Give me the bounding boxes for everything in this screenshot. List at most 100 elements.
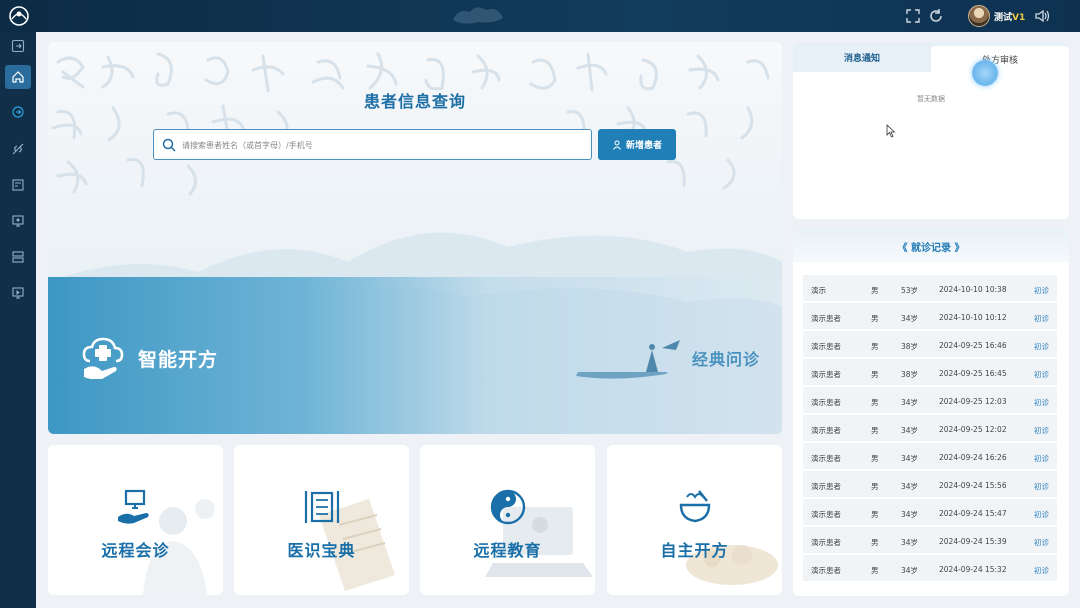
sidebar-item-monitor[interactable] (5, 209, 31, 233)
cell-time: 2024-09-25 12:03 (939, 397, 1007, 406)
table-row[interactable]: 演示 男 53岁 2024-10-10 10:38 初诊 (803, 275, 1057, 303)
patient-search-box[interactable] (153, 129, 592, 160)
notice-panel: 消息通知 处方审核 暂无数据 (793, 42, 1069, 219)
cell-visit-type[interactable]: 初诊 (1034, 481, 1049, 492)
cell-age: 34岁 (901, 538, 919, 547)
monitor-icon (12, 215, 24, 227)
volume-icon[interactable] (1034, 8, 1050, 24)
sidebar-item-herb[interactable] (5, 137, 31, 161)
server-icon (12, 251, 24, 263)
yin-yang-icon (490, 489, 525, 525)
notification-badge[interactable] (972, 60, 998, 86)
smart-prescription-label[interactable]: 智能开方 (138, 345, 218, 372)
table-row[interactable]: 演示患者 男 38岁 2024-09-25 16:45 初诊 (803, 359, 1057, 387)
cell-age: 34岁 (901, 426, 919, 435)
table-row[interactable]: 演示患者 男 34岁 2024-09-24 15:47 初诊 (803, 499, 1057, 527)
table-row[interactable]: 演示患者 男 34岁 2024-09-25 12:03 初诊 (803, 387, 1057, 415)
sidebar-item-screen[interactable] (5, 281, 31, 305)
send-icon (12, 106, 24, 118)
table-row[interactable]: 演示患者 男 34岁 2024-09-25 12:02 初诊 (803, 415, 1057, 443)
cloud-decoration-icon (453, 7, 503, 24)
tab-messages[interactable]: 消息通知 (793, 42, 931, 72)
tile-medical-book[interactable]: 医识宝典 (234, 445, 409, 595)
cell-visit-type[interactable]: 初诊 (1034, 313, 1049, 324)
cell-time: 2024-10-10 10:12 (939, 313, 1007, 322)
cell-visit-type[interactable]: 初诊 (1034, 285, 1049, 296)
sidebar-item-home[interactable] (5, 65, 31, 89)
tile-label: 医识宝典 (287, 541, 356, 560)
cell-time: 2024-09-24 15:47 (939, 509, 1007, 518)
herb-icon (12, 143, 24, 155)
refresh-icon[interactable] (928, 8, 944, 24)
cell-sex: 男 (871, 482, 879, 491)
table-row[interactable]: 演示患者 男 34岁 2024-09-24 15:39 初诊 (803, 527, 1057, 555)
table-row[interactable]: 演示患者 男 34岁 2024-09-24 16:26 初诊 (803, 443, 1057, 471)
add-patient-button[interactable]: 新增患者 (598, 129, 676, 160)
sidebar-item-form[interactable] (5, 173, 31, 197)
cell-age: 34岁 (901, 510, 919, 519)
cell-time: 2024-10-10 10:38 (939, 285, 1007, 294)
cell-visit-type[interactable]: 初诊 (1034, 397, 1049, 408)
cloud-medical-cross-icon (82, 337, 124, 379)
visit-records-list: 演示男 53岁 2024-10-10 10:38 初诊 演示患者男 34岁 2024-10… (803, 275, 1057, 583)
user-name[interactable]: 测试V1 (994, 10, 1025, 23)
home-icon (12, 71, 24, 83)
logo-icon (9, 6, 29, 26)
cell-name: 演示患者 (811, 342, 841, 351)
empty-state-text: 暂无数据 (917, 95, 945, 103)
table-row[interactable]: 演示患者 男 38岁 2024-09-25 16:46 初诊 (803, 331, 1057, 359)
cell-name: 演示患者 (811, 538, 841, 547)
cell-visit-type[interactable]: 初诊 (1034, 509, 1049, 520)
add-patient-label: 新增患者 (625, 141, 662, 151)
cell-sex: 男 (871, 370, 879, 379)
cell-time: 2024-09-25 12:02 (939, 425, 1007, 434)
cell-visit-type[interactable]: 初诊 (1034, 537, 1049, 548)
avatar[interactable] (968, 5, 990, 27)
cell-sex: 男 (871, 286, 879, 295)
cell-sex: 男 (871, 566, 879, 575)
screen-icon (12, 287, 24, 299)
cell-visit-type[interactable]: 初诊 (1034, 369, 1049, 380)
cell-sex: 男 (871, 454, 879, 463)
top-bar: 测试V1 (0, 0, 1080, 32)
cell-sex: 男 (871, 342, 879, 351)
visit-records-title: 《 就诊记录 》 (793, 230, 1069, 262)
visit-records-panel: 《 就诊记录 》 演示男 53岁 2024-10-10 10:38 初诊 演示患者男 3… (793, 230, 1069, 596)
cell-visit-type[interactable]: 初诊 (1034, 565, 1049, 576)
medical-book-icon (304, 491, 339, 523)
cell-sex: 男 (871, 314, 879, 323)
cell-name: 演示患者 (811, 482, 841, 491)
tile-remote-consultation[interactable]: 远程会诊 (48, 445, 223, 595)
remote-consult-icon (117, 489, 149, 524)
cell-age: 34岁 (901, 398, 919, 407)
tile-remote-education[interactable]: 远程教育 (420, 445, 595, 595)
tile-self-prescription[interactable]: 自主开方 (607, 445, 782, 595)
mouse-cursor-icon (886, 124, 896, 138)
cell-sex: 男 (871, 538, 879, 547)
cell-age: 34岁 (901, 314, 919, 323)
table-row[interactable]: 演示患者 男 34岁 2024-09-24 15:32 初诊 (803, 555, 1057, 583)
cell-visit-type[interactable]: 初诊 (1034, 341, 1049, 352)
cell-age: 34岁 (901, 454, 919, 463)
patient-search-input[interactable] (182, 135, 582, 155)
cell-visit-type[interactable]: 初诊 (1034, 453, 1049, 464)
cell-time: 2024-09-24 15:56 (939, 481, 1007, 490)
table-row[interactable]: 演示患者 男 34岁 2024-09-24 15:56 初诊 (803, 471, 1057, 499)
classic-consultation-label[interactable]: 经典问诊 (692, 346, 760, 370)
sidebar-collapse[interactable] (5, 34, 31, 58)
tab-prescription-review[interactable]: 处方审核 (931, 46, 1069, 72)
sidebar (0, 32, 36, 608)
cell-age: 34岁 (901, 482, 919, 491)
fullscreen-icon[interactable] (905, 8, 921, 24)
cell-age: 38岁 (901, 370, 919, 379)
user-plus-icon (613, 140, 621, 150)
cell-name: 演示患者 (811, 398, 841, 407)
sidebar-item-server[interactable] (5, 245, 31, 269)
table-row[interactable]: 演示患者 男 34岁 2024-10-10 10:12 初诊 (803, 303, 1057, 331)
cell-name: 演示患者 (811, 370, 841, 379)
tile-label: 远程会诊 (101, 541, 170, 560)
form-icon (12, 179, 24, 191)
search-icon (162, 138, 176, 152)
sidebar-item-send[interactable] (5, 100, 31, 124)
cell-visit-type[interactable]: 初诊 (1034, 425, 1049, 436)
